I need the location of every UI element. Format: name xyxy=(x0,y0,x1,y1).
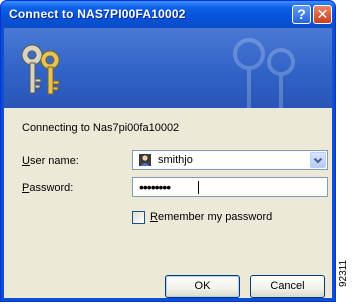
header-banner xyxy=(4,28,332,108)
text-caret xyxy=(198,181,199,194)
title-bar[interactable]: Connect to NAS7PI00FA10002 ? ✕ xyxy=(1,1,335,28)
password-label: Password: xyxy=(22,182,73,194)
username-label-accel: U xyxy=(22,155,30,167)
keys-watermark-icon xyxy=(233,38,295,108)
connecting-message: Connecting to Nas7pi00fa10002 xyxy=(22,122,180,134)
username-label: User name: xyxy=(22,155,79,167)
remember-label-accel: R xyxy=(150,211,158,223)
dialog-client-area: Connecting to Nas7pi00fa10002 User name:… xyxy=(4,28,332,298)
close-button[interactable]: ✕ xyxy=(313,5,332,24)
password-value: •••••••• xyxy=(139,179,171,195)
username-combobox[interactable]: smithjo xyxy=(132,150,328,170)
password-field[interactable]: •••••••• xyxy=(132,177,328,197)
help-button[interactable]: ? xyxy=(292,5,311,24)
user-icon xyxy=(139,154,151,166)
remember-password-label[interactable]: Remember my password xyxy=(150,211,272,223)
figure-code: 92311 xyxy=(338,259,349,287)
ok-button[interactable]: OK xyxy=(165,275,240,298)
chevron-down-icon xyxy=(313,157,323,164)
dropdown-arrow-button[interactable] xyxy=(310,152,326,168)
password-label-text: assword: xyxy=(29,182,74,194)
window-title: Connect to NAS7PI00FA10002 xyxy=(9,7,186,21)
username-value: smithjo xyxy=(158,154,193,166)
username-label-text: ser name: xyxy=(29,155,79,167)
cancel-button[interactable]: Cancel xyxy=(250,275,325,298)
remember-password-checkbox[interactable] xyxy=(132,211,145,224)
connect-dialog: Connect to NAS7PI00FA10002 ? ✕ Connectin… xyxy=(0,0,336,302)
keys-icon xyxy=(22,44,60,95)
remember-label-text: emember my password xyxy=(157,211,273,223)
dialog-body: Connecting to Nas7pi00fa10002 User name:… xyxy=(4,108,332,298)
